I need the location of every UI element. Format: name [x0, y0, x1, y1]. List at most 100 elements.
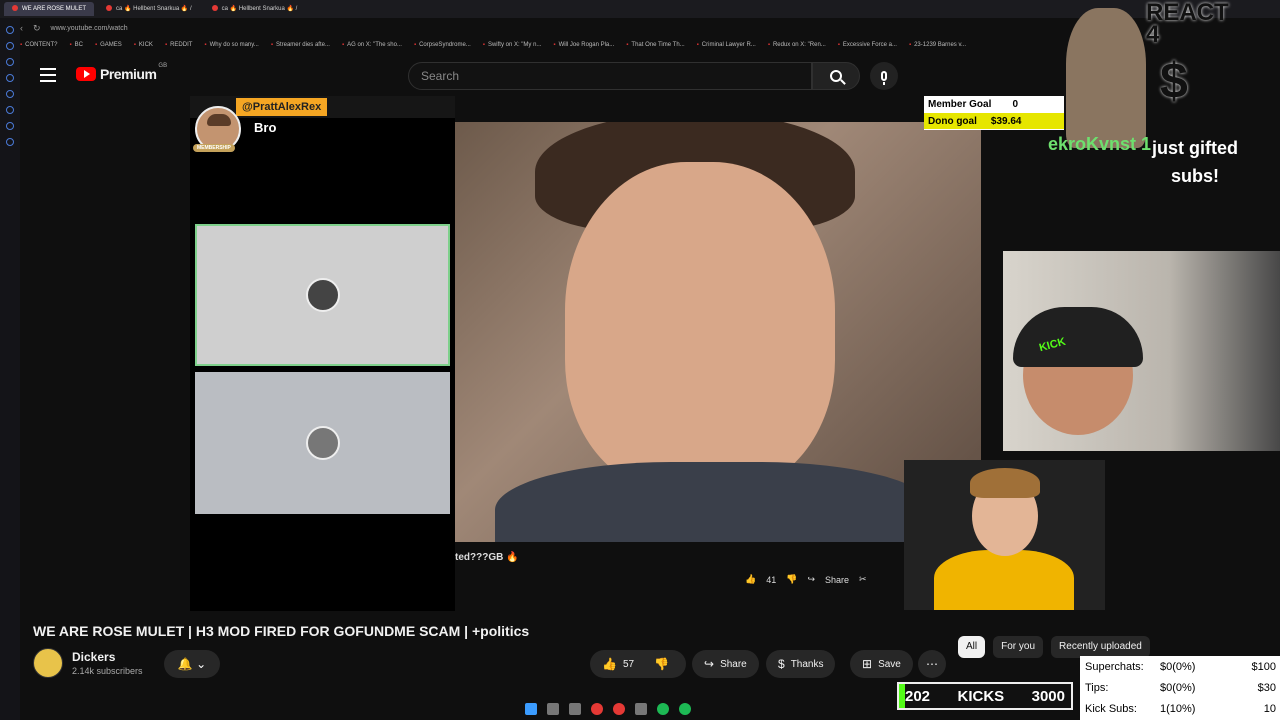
subscriber-count: 2.14k subscribers	[72, 666, 143, 676]
participant-tile[interactable]	[195, 224, 450, 366]
search-icon	[830, 70, 842, 82]
thanks-button[interactable]: $ Thanks	[766, 650, 836, 678]
sidebar-icon[interactable]	[6, 90, 14, 98]
bookmark[interactable]: AG on X: "The sho...	[342, 42, 402, 48]
dislike-icon[interactable]: 👎	[654, 657, 669, 671]
stat-value: $0(0%)	[1160, 660, 1196, 673]
xbox-icon[interactable]	[679, 703, 691, 715]
dono-goal-value: $39.64	[990, 115, 1022, 127]
kick-favicon-icon	[211, 5, 218, 12]
bookmark[interactable]: Why do so many...	[204, 42, 259, 48]
youtube-play-icon	[76, 67, 96, 81]
call-name: Bro	[254, 120, 277, 135]
bookmark[interactable]: CorpseSyndrome...	[414, 42, 471, 48]
bookmark[interactable]: Redux on X: "Ren...	[768, 42, 826, 48]
spotify-icon[interactable]	[657, 703, 669, 715]
bookmark[interactable]: Excessive Force a...	[838, 42, 897, 48]
sidebar-icon[interactable]	[6, 106, 14, 114]
chip-for-you[interactable]: For you	[993, 636, 1044, 658]
more-icon[interactable]: ⋯	[918, 650, 946, 678]
cartoon-mascot	[1066, 8, 1146, 148]
video-player[interactable]	[455, 122, 981, 542]
bookmark[interactable]: Criminal Lawyer R...	[697, 42, 756, 48]
bookmark[interactable]: CONTENT?	[20, 42, 57, 48]
gift-alert-text: just gifted subs!	[1152, 138, 1238, 186]
tab-hellbent-1[interactable]: ca 🔥 Hellbent Snarkua 🔥 /	[98, 2, 200, 16]
chip-recently-uploaded[interactable]: Recently uploaded	[1051, 636, 1150, 658]
folder-icon[interactable]	[635, 703, 647, 715]
reload-icon[interactable]: ↻	[33, 23, 41, 34]
save-button[interactable]: ⊞ Save	[850, 650, 913, 678]
address-bar[interactable]: ‹ ↻ www.youtube.com/watch	[20, 20, 1080, 36]
participant-tile[interactable]	[195, 372, 450, 514]
channel-name[interactable]: Dickers	[72, 650, 115, 664]
thanks-icon: $	[778, 657, 785, 671]
call-window: @PrattAlexRex MEMBERSHIP Bro	[190, 96, 455, 611]
bookmark[interactable]: 23-1239 Barnes v...	[909, 42, 966, 48]
like-icon[interactable]: 👍	[602, 657, 617, 671]
tab-label: ca 🔥 Hellbent Snarkua 🔥 /	[116, 6, 192, 12]
menu-icon[interactable]	[40, 68, 56, 82]
voice-search-button[interactable]	[870, 62, 898, 90]
sidebar-icon[interactable]	[6, 74, 14, 82]
member-goal-row: Member Goal 0	[924, 96, 1064, 112]
share-icon[interactable]: ↪	[807, 574, 815, 585]
bookmark[interactable]: Will Joe Rogan Pla...	[553, 42, 615, 48]
share-icon: ↪	[704, 657, 715, 671]
stat-label: Superchats:	[1085, 660, 1144, 673]
back-icon[interactable]: ‹	[20, 23, 23, 33]
search-button[interactable]	[812, 62, 860, 90]
stat-goal: $30	[1257, 681, 1276, 694]
webcam-cap	[1013, 307, 1143, 367]
browser-icon[interactable]	[613, 703, 625, 715]
bookmark[interactable]: BC	[69, 42, 83, 48]
youtube-logo[interactable]: Premium GB	[76, 63, 167, 82]
like-icon[interactable]: 👍	[745, 574, 756, 585]
dono-goal-label: Dono goal	[928, 115, 977, 127]
dislike-icon[interactable]: 👎	[786, 574, 797, 585]
short-like-count: 41	[766, 574, 777, 585]
clip-icon[interactable]: ✂	[859, 574, 867, 585]
share-label: Share	[720, 658, 747, 670]
notification-button[interactable]: 🔔 ⌄	[164, 650, 220, 678]
webcam-streamer: KICK	[1003, 251, 1280, 451]
react-number: 4	[1146, 21, 1160, 48]
chip-all[interactable]: All	[958, 636, 986, 658]
kicks-goal: 3000	[1031, 687, 1065, 705]
share-button[interactable]: ↪ Share	[692, 650, 759, 678]
stat-goal: 10	[1263, 702, 1276, 715]
save-icon: ⊞	[862, 657, 873, 671]
url-text[interactable]: www.youtube.com/watch	[51, 25, 128, 32]
bookmark[interactable]: REDDIT	[165, 42, 192, 48]
dono-goal-row: Dono goal $39.64	[924, 113, 1064, 129]
bookmark[interactable]: KICK	[134, 42, 153, 48]
bookmark[interactable]: GAMES	[95, 42, 122, 48]
stat-row: Kick Subs: 1(10%) 10	[1080, 698, 1280, 719]
short-share-label[interactable]: Share	[825, 575, 849, 585]
member-goal-label: Member Goal	[928, 98, 992, 110]
discord-icon[interactable]	[569, 703, 581, 715]
tab-label: WE ARE ROSE MULET	[22, 6, 87, 12]
like-dislike-button[interactable]: 👍 57 👎	[590, 650, 686, 678]
channel-avatar[interactable]	[33, 648, 63, 678]
sidebar-icon[interactable]	[6, 26, 14, 34]
embedded-short-info: ted???GB 🔥 👍 41 👎 ↪ Share ✂	[455, 542, 905, 610]
video-frame-face	[565, 162, 835, 492]
windows-start-icon[interactable]	[525, 703, 537, 715]
tab-active[interactable]: WE ARE ROSE MULET	[4, 2, 95, 16]
stat-label: Kick Subs:	[1085, 702, 1137, 715]
sidebar-icon[interactable]	[6, 58, 14, 66]
bookmark[interactable]: Swifty on X: "My n...	[483, 42, 541, 48]
search-input[interactable]: Search	[408, 62, 812, 90]
search-icon[interactable]	[547, 703, 559, 715]
sidebar-icon[interactable]	[6, 138, 14, 146]
tab-hellbent-2[interactable]: ca 🔥 Hellbent Snarkua 🔥 /	[204, 2, 306, 16]
tab-label: ca 🔥 Hellbent Snarkua 🔥 /	[221, 6, 298, 12]
stat-row: Superchats: $0(0%) $100	[1080, 656, 1280, 677]
bookmark[interactable]: That One Time Th...	[626, 42, 684, 48]
bookmark[interactable]: Streamer dies afte...	[271, 42, 330, 48]
app-icon[interactable]	[591, 703, 603, 715]
sidebar-icon[interactable]	[6, 42, 14, 50]
youtube-header: Premium GB Search	[20, 56, 920, 96]
sidebar-icon[interactable]	[6, 122, 14, 130]
